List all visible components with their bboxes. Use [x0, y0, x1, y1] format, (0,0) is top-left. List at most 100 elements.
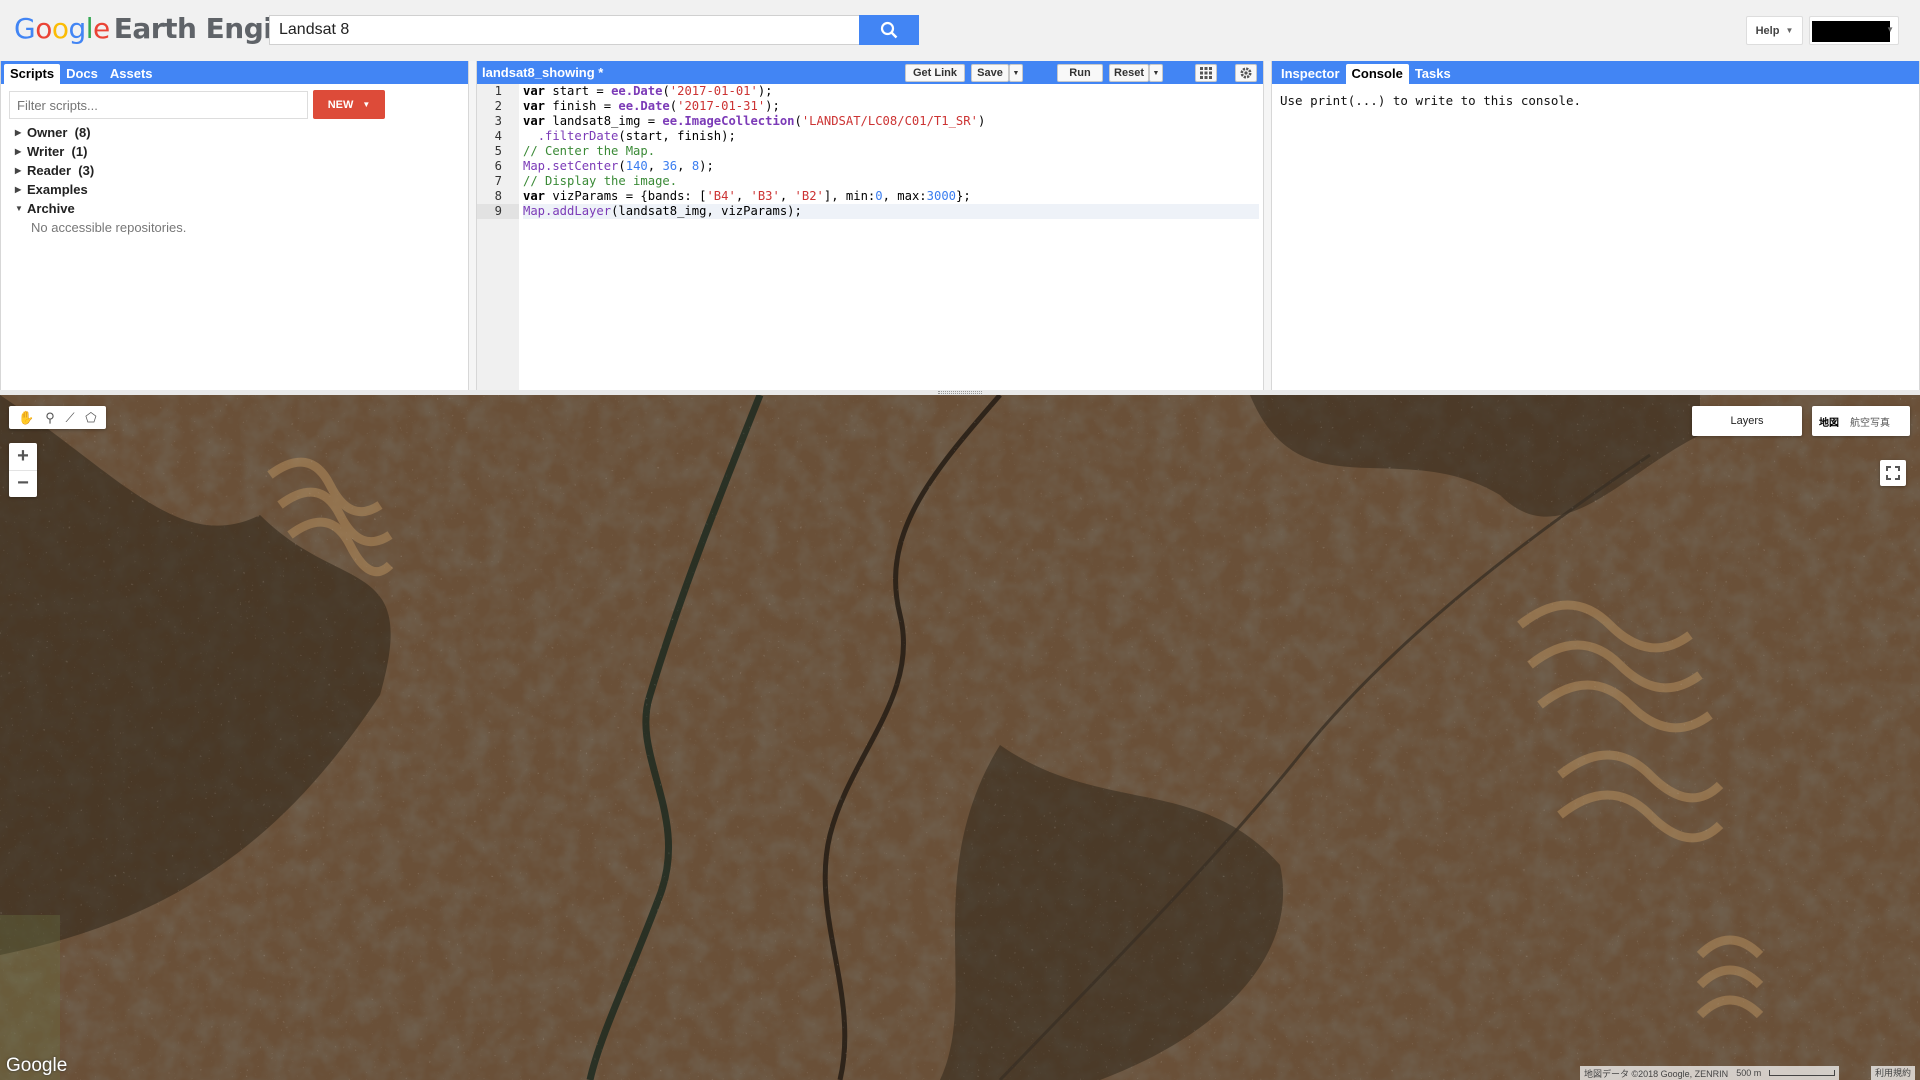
- expand-arrow-icon[interactable]: ▶: [15, 180, 27, 199]
- expand-arrow-icon[interactable]: ▶: [15, 123, 27, 142]
- line-number: 3: [494, 114, 502, 128]
- earth-engine-logo[interactable]: Google Earth Engine: [14, 12, 311, 45]
- dropdown-arrow-icon: ▼: [1152, 69, 1160, 77]
- map-attribution: 地図データ ©2018 Google, ZENRIN 500 m: [1580, 1066, 1840, 1080]
- tab-docs[interactable]: Docs: [60, 64, 104, 84]
- scale-label: 500 m: [1736, 1068, 1762, 1078]
- code-line-current[interactable]: Map.addLayer(landsat8_img, vizParams);: [523, 204, 1259, 219]
- code-line[interactable]: Map.setCenter(140, 36, 8);: [523, 159, 1259, 174]
- help-label: Help: [1755, 24, 1780, 37]
- tab-tasks[interactable]: Tasks: [1409, 64, 1457, 84]
- reset-label: Reset: [1114, 67, 1144, 79]
- dropdown-arrow-icon: ▼: [1012, 69, 1020, 77]
- tab-assets[interactable]: Assets: [104, 64, 159, 84]
- code-line[interactable]: var vizParams = {bands: ['B4', 'B3', 'B2…: [523, 189, 1259, 204]
- tree-item-examples[interactable]: ▶ Examples: [15, 180, 186, 199]
- top-bar: GoogleEarth Engine Help ▼ ▼: [0, 0, 1920, 61]
- tree-item-writer[interactable]: ▶ Writer (1): [15, 142, 186, 161]
- filter-scripts-input[interactable]: [9, 91, 308, 119]
- map-data-credit[interactable]: 地図データ ©2018 Google, ZENRIN: [1584, 1067, 1728, 1080]
- expand-arrow-icon[interactable]: ▶: [15, 142, 27, 161]
- code-line[interactable]: .filterDate(start, finish);: [523, 129, 1259, 144]
- save-label: Save: [977, 67, 1003, 79]
- scripts-panel: Scripts Docs Assets NEW ▼ ▶Owner (8) ▶Wr…: [0, 61, 469, 390]
- collapse-arrow-icon[interactable]: ▼: [15, 199, 27, 218]
- logo-letter: g: [68, 12, 86, 45]
- logo-letter: o: [51, 12, 69, 45]
- code-line[interactable]: var landsat8_img = ee.ImageCollection('L…: [523, 114, 1259, 129]
- draw-polygon-icon[interactable]: ⬠: [85, 410, 96, 426]
- line-number: 9: [477, 204, 519, 219]
- scale-bar: [1769, 1070, 1836, 1076]
- map-type-toggle: 地図 航空写真: [1812, 406, 1910, 436]
- map-type-satellite[interactable]: 航空写真: [1846, 414, 1894, 429]
- code-line[interactable]: // Center the Map.: [523, 144, 1259, 159]
- gear-icon: [1240, 67, 1252, 79]
- new-script-button[interactable]: NEW ▼: [313, 90, 385, 119]
- tree-item-archive[interactable]: ▼ Archive: [15, 199, 186, 218]
- code-editor-panel: landsat8_showing * Get Link Save ▼ Run R…: [476, 61, 1264, 390]
- zoom-out-button[interactable]: −: [9, 471, 37, 497]
- line-number: 6: [494, 159, 502, 173]
- logo-letter: o: [35, 12, 52, 45]
- fullscreen-icon: [1886, 466, 1900, 480]
- tree-item-label: Owner (8): [27, 125, 91, 140]
- new-label: NEW: [327, 98, 354, 111]
- line-number: 8: [494, 189, 502, 203]
- save-dropdown-button[interactable]: ▼: [1009, 64, 1023, 82]
- zoom-controls: + −: [9, 443, 37, 497]
- point-marker-icon[interactable]: ⚲: [45, 410, 55, 426]
- logo-letter: G: [14, 12, 36, 45]
- redacted-account-name: [1812, 21, 1890, 42]
- map-type-map[interactable]: 地図: [1812, 414, 1846, 429]
- hand-pan-icon[interactable]: ✋: [18, 410, 34, 426]
- run-button[interactable]: Run: [1057, 64, 1103, 82]
- code-line[interactable]: var start = ee.Date('2017-01-01');: [523, 84, 1259, 99]
- help-button[interactable]: Help ▼: [1746, 16, 1803, 45]
- account-button[interactable]: ▼: [1809, 16, 1899, 45]
- script-title[interactable]: landsat8_showing *: [482, 65, 603, 80]
- reset-button[interactable]: Reset: [1109, 64, 1149, 82]
- layers-label: Layers: [1730, 415, 1764, 427]
- search-button[interactable]: [859, 15, 919, 45]
- search-input[interactable]: [269, 15, 859, 45]
- code-line[interactable]: // Display the image.: [523, 174, 1259, 189]
- tab-console[interactable]: Console: [1345, 64, 1409, 84]
- resize-handle[interactable]: [938, 391, 982, 394]
- draw-line-icon[interactable]: ⟋: [65, 410, 74, 426]
- fullscreen-button[interactable]: [1880, 460, 1906, 486]
- dropdown-arrow-icon: ▼: [1785, 26, 1794, 35]
- reset-dropdown-button[interactable]: ▼: [1149, 64, 1163, 82]
- save-button[interactable]: Save: [971, 64, 1009, 82]
- layers-button[interactable]: Layers: [1692, 406, 1802, 436]
- zoom-in-button[interactable]: +: [9, 443, 37, 470]
- satellite-imagery: [0, 395, 1920, 1080]
- left-panel-tabs: Scripts Docs Assets: [1, 61, 468, 84]
- search-icon: [880, 21, 898, 39]
- console-message: Use print(...) to write to this console.: [1280, 93, 1582, 108]
- code-editor[interactable]: 1 2 3 4 5 6 7 8 9 var start = ee.Date('2…: [477, 84, 1263, 390]
- right-panel-tabs: Inspector Console Tasks: [1272, 61, 1919, 84]
- tree-item-reader[interactable]: ▶ Reader (3): [15, 161, 186, 180]
- tree-item-owner[interactable]: ▶ Owner (8): [15, 123, 186, 142]
- terms-link[interactable]: 利用規約: [1871, 1066, 1916, 1080]
- settings-button[interactable]: [1235, 64, 1257, 82]
- tree-item-label: Examples: [27, 182, 88, 197]
- line-number: 7: [494, 174, 502, 188]
- dropdown-arrow-icon: ▼: [1886, 25, 1894, 34]
- console-panel: Inspector Console Tasks Use print(...) t…: [1271, 61, 1920, 390]
- apps-button[interactable]: [1195, 64, 1217, 82]
- logo-letter: e: [93, 12, 110, 45]
- grid-icon: [1200, 67, 1212, 79]
- expand-arrow-icon[interactable]: ▶: [15, 161, 27, 180]
- code-editor-toolbar: landsat8_showing * Get Link Save ▼ Run R…: [477, 61, 1263, 84]
- get-link-button[interactable]: Get Link: [905, 64, 965, 82]
- tab-scripts[interactable]: Scripts: [4, 64, 61, 84]
- tab-inspector[interactable]: Inspector: [1275, 64, 1346, 84]
- google-watermark: Google: [6, 1055, 68, 1076]
- line-number: 4: [494, 129, 502, 143]
- code-lines[interactable]: var start = ee.Date('2017-01-01'); var f…: [523, 84, 1259, 219]
- run-label: Run: [1069, 67, 1091, 79]
- map-view[interactable]: ✋ ⚲ ⟋ ⬠ + − Layers 地図 航空写真 Google 地図データ …: [0, 395, 1920, 1080]
- code-line[interactable]: var finish = ee.Date('2017-01-31');: [523, 99, 1259, 114]
